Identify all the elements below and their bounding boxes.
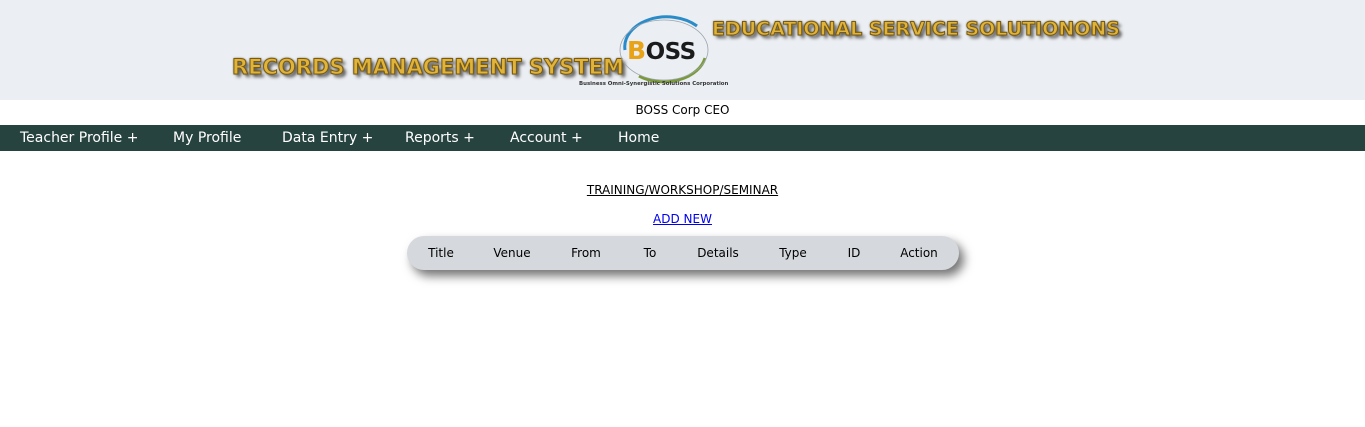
nav-my-profile[interactable]: My Profile: [173, 125, 241, 151]
logo-wordmark: BOSS: [627, 36, 696, 65]
column-header-to: To: [643, 246, 657, 260]
company-tagline: EDUCATIONAL SERVICE SOLUTIONONS: [712, 18, 1121, 41]
nav-data-entry[interactable]: Data Entry +: [282, 125, 373, 151]
current-user-label: BOSS Corp CEO: [635, 103, 730, 117]
column-header-details: Details: [697, 246, 739, 260]
system-title: RECORDS MANAGEMENT SYSTEM: [232, 55, 625, 80]
add-new-link[interactable]: ADD NEW: [653, 212, 712, 226]
column-header-from: From: [571, 246, 601, 260]
nav-reports[interactable]: Reports +: [405, 125, 475, 151]
logo-subtitle: Business Omni-Synergistic Solutions Corp…: [579, 81, 729, 87]
nav-account[interactable]: Account +: [510, 125, 583, 151]
column-header-id: ID: [847, 246, 861, 260]
nav-teacher-profile[interactable]: Teacher Profile +: [20, 125, 138, 151]
column-header-venue: Venue: [493, 246, 531, 260]
main-nav-bar: Teacher Profile + My Profile Data Entry …: [0, 125, 1365, 151]
column-header-type: Type: [779, 246, 807, 260]
column-header-action: Action: [900, 246, 938, 260]
header-banner: RECORDS MANAGEMENT SYSTEM BOSS Business …: [0, 0, 1365, 100]
nav-home[interactable]: Home: [618, 125, 659, 151]
records-table-header: Title Venue From To Details Type ID Acti…: [407, 236, 959, 270]
add-new-container: ADD NEW: [0, 212, 1365, 226]
page-title: TRAINING/WORKSHOP/SEMINAR: [586, 183, 779, 197]
column-header-title: Title: [428, 246, 454, 260]
